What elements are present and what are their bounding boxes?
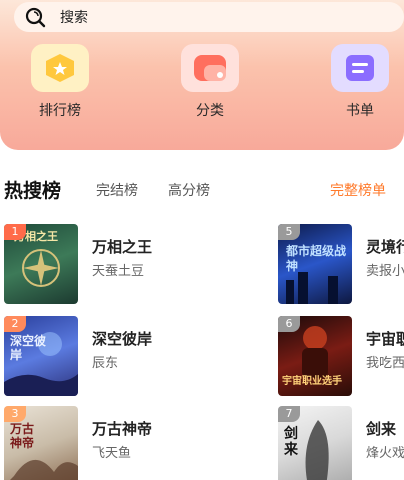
cover-title-text: 宇宙职业选手	[282, 376, 342, 387]
book-cover: 宇宙职业选手 6	[278, 316, 352, 396]
book-title: 万古神帝	[92, 420, 153, 438]
book-cover: 万古神帝 3	[4, 406, 78, 480]
tab-high-score[interactable]: 高分榜	[168, 180, 210, 200]
book-title: 剑来	[366, 420, 397, 438]
book-title: 深空彼岸	[92, 330, 153, 348]
book-item[interactable]: 都市超级战神 5 灵境行 卖报小	[278, 224, 404, 306]
book-item[interactable]: 宇宙职业选手 6 宇宙职 我吃西	[278, 316, 404, 398]
book-author: 我吃西	[366, 356, 404, 371]
rank-badge: 6	[278, 316, 300, 332]
ranking-icon	[31, 44, 89, 92]
cover-title-text: 都市超级战神	[286, 244, 347, 273]
book-item[interactable]: 万相之王 1 万相之王 天蚕土豆	[4, 224, 204, 306]
rank-badge: 5	[278, 224, 300, 240]
nav-ranking[interactable]: 排行榜	[20, 44, 100, 120]
book-author: 卖报小	[366, 264, 404, 279]
book-item[interactable]: 万古神帝 3 万古神帝 飞天鱼	[4, 406, 204, 480]
book-author: 天蚕土豆	[92, 264, 145, 279]
book-item[interactable]: 深空彼岸 2 深空彼岸 辰东	[4, 316, 204, 398]
ranking-tabs: 热搜榜 完结榜 高分榜 完整榜单	[0, 172, 404, 206]
search-bar[interactable]: 搜索	[14, 2, 404, 32]
book-title: 宇宙职	[366, 330, 404, 348]
book-title: 灵境行	[366, 238, 404, 256]
rank-badge: 2	[4, 316, 26, 332]
search-icon	[24, 6, 46, 28]
category-icon	[181, 44, 239, 92]
nav-ranking-label: 排行榜	[39, 103, 81, 119]
search-label: 搜索	[60, 10, 88, 26]
rank-badge: 1	[4, 224, 26, 240]
full-list-link[interactable]: 完整榜单	[330, 180, 386, 200]
book-cover: 都市超级战神 5	[278, 224, 352, 304]
rank-badge: 7	[278, 406, 300, 422]
rank-badge: 3	[4, 406, 26, 422]
nav-booklist-label: 书单	[346, 103, 374, 119]
booklist-icon	[331, 44, 389, 92]
book-cover: 剑来 7	[278, 406, 352, 480]
nav-category[interactable]: 分类	[170, 44, 250, 120]
tab-finished[interactable]: 完结榜	[96, 180, 138, 200]
nav-category-label: 分类	[196, 103, 224, 119]
tab-hot-search[interactable]: 热搜榜	[4, 176, 61, 203]
cover-title-text: 万古神帝	[10, 422, 35, 450]
book-item[interactable]: 剑来 7 剑来 烽火戏	[278, 406, 404, 480]
cover-title-text: 剑来	[284, 426, 298, 458]
nav-booklist[interactable]: 书单	[320, 44, 400, 120]
book-cover: 深空彼岸 2	[4, 316, 78, 396]
book-author: 辰东	[92, 356, 119, 371]
book-cover: 万相之王 1	[4, 224, 78, 304]
cover-title-text: 深空彼岸	[10, 334, 47, 362]
book-author: 飞天鱼	[92, 446, 132, 461]
book-title: 万相之王	[92, 238, 153, 256]
book-author: 烽火戏	[366, 446, 404, 461]
